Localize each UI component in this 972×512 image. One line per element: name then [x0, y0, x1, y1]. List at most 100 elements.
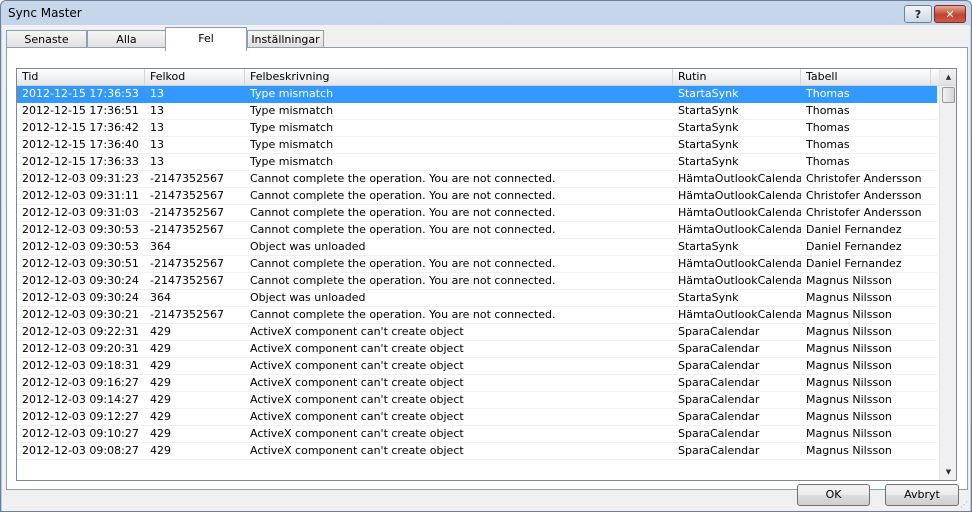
cell-rutin: SparaCalendar: [678, 342, 760, 355]
cell-felkod: -2147352567: [150, 206, 224, 219]
cell-felbeskrivning: Cannot complete the operation. You are n…: [250, 308, 556, 321]
cell-felkod: 429: [150, 359, 171, 372]
error-list[interactable]: Tid Felkod Felbeskrivning Rutin Tabell 2…: [16, 68, 957, 481]
table-row[interactable]: 2012-12-15 17:36:33 13 Type mismatch Starta…: [17, 154, 937, 171]
column-header-felbeskrivning[interactable]: Felbeskrivning: [245, 69, 673, 86]
cell-felbeskrivning: ActiveX component can't create object: [250, 444, 464, 457]
cell-rutin: StartaSynk: [678, 121, 739, 134]
cell-felkod: 364: [150, 240, 171, 253]
tab-label: Fel: [198, 32, 214, 45]
cell-rutin: HämtaOutlookCalendar: [678, 189, 801, 202]
cell-tid: 2012-12-03 09:20:31: [22, 342, 139, 355]
table-row[interactable]: 2012-12-03 09:30:24 -2147352567 Cannot com…: [17, 273, 937, 290]
column-header-tabell[interactable]: Tabell: [801, 69, 931, 86]
cell-felkod: -2147352567: [150, 189, 224, 202]
ok-button[interactable]: OK: [797, 484, 870, 506]
table-row[interactable]: 2012-12-03 09:31:11 -2147352567 Cannot com…: [17, 188, 937, 205]
cell-tabell: Magnus Nilsson: [806, 342, 892, 355]
cell-felbeskrivning: Cannot complete the operation. You are n…: [250, 257, 556, 270]
close-button[interactable]: ✕: [934, 5, 966, 23]
cell-tid: 2012-12-03 09:22:31: [22, 325, 139, 338]
cell-tid: 2012-12-15 17:36:51: [22, 104, 139, 117]
cell-rutin: SparaCalendar: [678, 427, 760, 440]
cell-rutin: HämtaOutlookCalendar: [678, 206, 801, 219]
table-row[interactable]: 2012-12-03 09:08:27 429 ActiveX component …: [17, 443, 937, 460]
cell-felbeskrivning: ActiveX component can't create object: [250, 359, 464, 372]
table-row[interactable]: 2012-12-03 09:30:53 -2147352567 Cannot com…: [17, 222, 937, 239]
cell-rutin: HämtaOutlookCalendar: [678, 172, 801, 185]
table-row[interactable]: 2012-12-03 09:31:23 -2147352567 Cannot com…: [17, 171, 937, 188]
cell-tid: 2012-12-03 09:30:51: [22, 257, 139, 270]
cell-tabell: Thomas: [806, 104, 850, 117]
cell-rutin: HämtaOutlookCalendar: [678, 274, 801, 287]
cell-felkod: -2147352567: [150, 172, 224, 185]
cell-felkod: 429: [150, 410, 171, 423]
cell-tid: 2012-12-03 09:16:27: [22, 376, 139, 389]
cell-rutin: StartaSynk: [678, 291, 739, 304]
cell-tabell: Christofer Andersson: [806, 172, 922, 185]
cell-rutin: SparaCalendar: [678, 376, 760, 389]
arrow-up-icon[interactable]: ▲: [940, 69, 956, 86]
help-button[interactable]: ?: [904, 5, 932, 23]
cell-felkod: 429: [150, 376, 171, 389]
vertical-scrollbar[interactable]: ▲ ▼: [939, 69, 956, 480]
cell-tabell: Magnus Nilsson: [806, 359, 892, 372]
table-row[interactable]: 2012-12-15 17:36:51 13 Type mismatch Starta…: [17, 103, 937, 120]
cancel-button[interactable]: Avbryt: [885, 484, 959, 506]
cell-tid: 2012-12-15 17:36:33: [22, 155, 139, 168]
cell-felkod: 13: [150, 121, 164, 134]
resize-grip-icon[interactable]: ⋰: [960, 500, 970, 510]
cell-felbeskrivning: Cannot complete the operation. You are n…: [250, 189, 556, 202]
cell-tid: 2012-12-03 09:30:24: [22, 274, 139, 287]
cell-felkod: -2147352567: [150, 274, 224, 287]
cell-tabell: Thomas: [806, 155, 850, 168]
cell-tabell: Thomas: [806, 121, 850, 134]
cell-felbeskrivning: Type mismatch: [250, 87, 334, 100]
client-area: Senaste Alla Fel Inställningar Tid Felko…: [2, 25, 970, 511]
cell-rutin: StartaSynk: [678, 138, 739, 151]
cell-tabell: Magnus Nilsson: [806, 410, 892, 423]
cell-tabell: Daniel Fernandez: [806, 257, 902, 270]
column-header-rutin[interactable]: Rutin: [673, 69, 801, 86]
table-row[interactable]: 2012-12-03 09:16:27 429 ActiveX component …: [17, 375, 937, 392]
table-row[interactable]: 2012-12-03 09:31:03 -2147352567 Cannot com…: [17, 205, 937, 222]
tab-label: Senaste: [24, 33, 69, 46]
cell-felbeskrivning: Type mismatch: [250, 155, 334, 168]
table-row[interactable]: 2012-12-15 17:36:42 13 Type mismatch Starta…: [17, 120, 937, 137]
table-row[interactable]: 2012-12-03 09:30:53 364 Object was unloade…: [17, 239, 937, 256]
table-row[interactable]: 2012-12-03 09:20:31 429 ActiveX component …: [17, 341, 937, 358]
column-header-felkod[interactable]: Felkod: [145, 69, 245, 86]
column-header-tid[interactable]: Tid: [17, 69, 145, 86]
table-row[interactable]: 2012-12-03 09:14:27 429 ActiveX component …: [17, 392, 937, 409]
cell-felbeskrivning: Object was unloaded: [250, 291, 366, 304]
cell-tabell: Daniel Fernandez: [806, 223, 902, 236]
scrollbar-thumb[interactable]: [942, 87, 955, 103]
cell-felkod: 364: [150, 291, 171, 304]
table-row[interactable]: 2012-12-15 17:36:53 13 Type mismatch Starta…: [17, 86, 937, 103]
sync-master-window: Sync Master ? ✕ Senaste Alla Fel Inställ…: [0, 0, 972, 512]
cell-tid: 2012-12-03 09:18:31: [22, 359, 139, 372]
title-bar[interactable]: Sync Master ? ✕: [1, 1, 971, 25]
cell-felkod: 429: [150, 342, 171, 355]
table-row[interactable]: 2012-12-03 09:10:27 429 ActiveX component …: [17, 426, 937, 443]
tab-fel[interactable]: Fel: [165, 27, 247, 51]
cell-tid: 2012-12-15 17:36:42: [22, 121, 139, 134]
cell-tabell: Thomas: [806, 87, 850, 100]
cell-felkod: 429: [150, 393, 171, 406]
cell-felbeskrivning: ActiveX component can't create object: [250, 427, 464, 440]
table-row[interactable]: 2012-12-03 09:30:21 -2147352567 Cannot com…: [17, 307, 937, 324]
cell-tid: 2012-12-15 17:36:53: [22, 87, 139, 100]
cell-tid: 2012-12-03 09:12:27: [22, 410, 139, 423]
cell-rutin: SparaCalendar: [678, 359, 760, 372]
cell-tabell: Magnus Nilsson: [806, 444, 892, 457]
table-row[interactable]: 2012-12-03 09:22:31 429 ActiveX component …: [17, 324, 937, 341]
arrow-down-icon[interactable]: ▼: [940, 463, 956, 480]
cell-felkod: 429: [150, 427, 171, 440]
table-row[interactable]: 2012-12-03 09:18:31 429 ActiveX component …: [17, 358, 937, 375]
table-row[interactable]: 2012-12-15 17:36:40 13 Type mismatch Starta…: [17, 137, 937, 154]
cell-tabell: Magnus Nilsson: [806, 427, 892, 440]
table-row[interactable]: 2012-12-03 09:30:51 -2147352567 Cannot com…: [17, 256, 937, 273]
table-row[interactable]: 2012-12-03 09:30:24 364 Object was unloade…: [17, 290, 937, 307]
table-row[interactable]: 2012-12-03 09:12:27 429 ActiveX component …: [17, 409, 937, 426]
tab-label: Inställningar: [251, 33, 320, 46]
